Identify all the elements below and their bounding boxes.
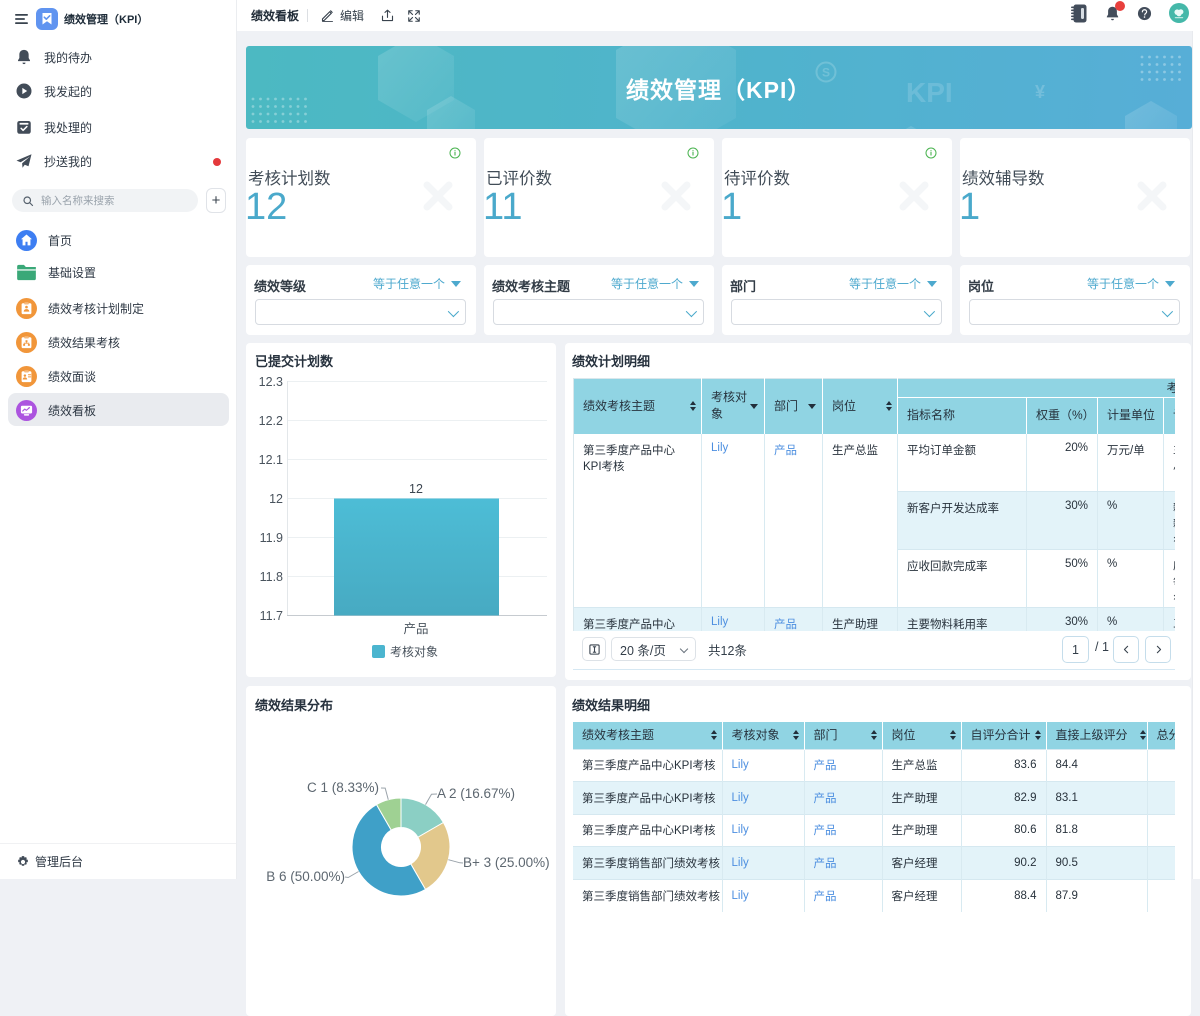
svg-text:11.9: 11.9 [260,531,283,545]
svg-text:12: 12 [409,482,423,496]
svg-text:C 1 (8.33%): C 1 (8.33%) [307,780,379,795]
svg-text:考核对象: 考核对象 [390,645,438,659]
svg-text:KPI: KPI [906,77,953,108]
svg-text:12.2: 12.2 [259,414,283,428]
svg-text:B+ 3 (25.00%): B+ 3 (25.00%) [463,855,550,870]
svg-text:11.8: 11.8 [260,570,283,584]
svg-text:A 2 (16.67%): A 2 (16.67%) [437,786,515,801]
svg-text:12.1: 12.1 [259,453,283,467]
svg-text:绩效管理（KPI）: 绩效管理（KPI） [626,77,811,103]
svg-text:产品: 产品 [403,622,428,636]
svg-text:12: 12 [269,492,283,506]
svg-text:B 6 (50.00%): B 6 (50.00%) [266,869,345,884]
svg-text:¥: ¥ [1035,82,1045,102]
svg-text:12.3: 12.3 [259,375,283,389]
svg-text:11.7: 11.7 [260,609,283,623]
svg-text:S: S [822,66,830,80]
